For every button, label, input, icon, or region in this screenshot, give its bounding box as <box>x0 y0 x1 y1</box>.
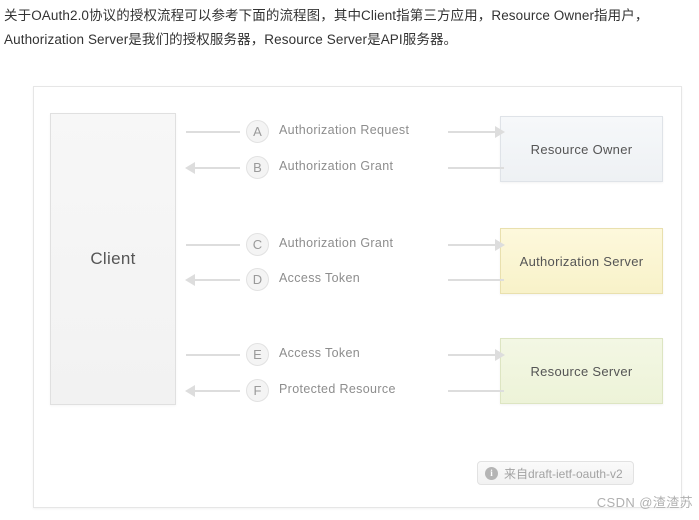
flow-step-badge-c: C <box>246 233 269 256</box>
client-label: Client <box>90 249 136 268</box>
flow-line-left <box>186 354 240 356</box>
flow-row-c: C Authorization Grant <box>186 233 505 257</box>
flow-label-a: Authorization Request <box>279 123 410 137</box>
flow-label-f: Protected Resource <box>279 382 396 396</box>
arrow-left-icon <box>185 274 195 286</box>
flow-label-d: Access Token <box>279 271 361 285</box>
authorization-server-box: Authorization Server <box>500 228 663 294</box>
resource-server-label: Resource Server <box>530 363 633 379</box>
flow-line-left <box>195 167 240 169</box>
resource-owner-label: Resource Owner <box>530 141 633 157</box>
flow-step-badge-e: E <box>246 343 269 366</box>
info-icon: i <box>485 466 498 480</box>
flow-line-right <box>448 390 504 392</box>
flow-row-e: E Access Token <box>186 343 505 367</box>
arrow-left-icon <box>185 162 195 174</box>
intro-line-1: 关于OAuth2.0协议的授权流程可以参考下面的流程图，其中Client指第三方… <box>4 8 649 23</box>
flow-label-c: Authorization Grant <box>279 236 394 250</box>
flow-row-a: A Authorization Request <box>186 120 505 144</box>
flow-line-right <box>448 279 504 281</box>
arrow-left-icon <box>185 385 195 397</box>
flow-line-right <box>448 244 495 246</box>
watermark: CSDN @渣渣苏 <box>596 495 693 510</box>
flow-step-badge-a: A <box>246 120 269 143</box>
flow-row-b: B Authorization Grant <box>185 156 504 180</box>
source-badge-label: 来自draft-ietf-oauth-v2 <box>504 466 623 481</box>
arrow-right-icon <box>495 239 505 251</box>
resource-owner-box: Resource Owner <box>500 116 663 182</box>
intro-line-2: Authorization Server是我们的授权服务器，Resource S… <box>4 32 458 47</box>
flow-line-right <box>448 167 504 169</box>
flow-line-right <box>448 354 495 356</box>
flow-row-d: D Access Token <box>185 268 504 292</box>
flow-step-badge-b: B <box>246 156 269 179</box>
flow-label-b: Authorization Grant <box>279 159 394 173</box>
flow-step-badge-f: F <box>246 379 269 402</box>
source-badge[interactable]: i 来自draft-ietf-oauth-v2 <box>477 461 634 485</box>
flow-line-left <box>195 390 240 392</box>
flow-line-left <box>195 279 240 281</box>
client-box: Client <box>50 113 176 405</box>
authorization-server-label: Authorization Server <box>519 253 644 269</box>
resource-server-box: Resource Server <box>500 338 663 404</box>
flow-line-left <box>186 244 240 246</box>
arrow-right-icon <box>495 126 505 138</box>
flow-line-right <box>448 131 495 133</box>
flow-line-left <box>186 131 240 133</box>
flow-step-badge-d: D <box>246 268 269 291</box>
flow-label-e: Access Token <box>279 346 361 360</box>
flow-row-f: F Protected Resource <box>185 379 504 403</box>
arrow-right-icon <box>495 349 505 361</box>
intro-paragraph: 关于OAuth2.0协议的授权流程可以参考下面的流程图，其中Client指第三方… <box>4 4 695 52</box>
